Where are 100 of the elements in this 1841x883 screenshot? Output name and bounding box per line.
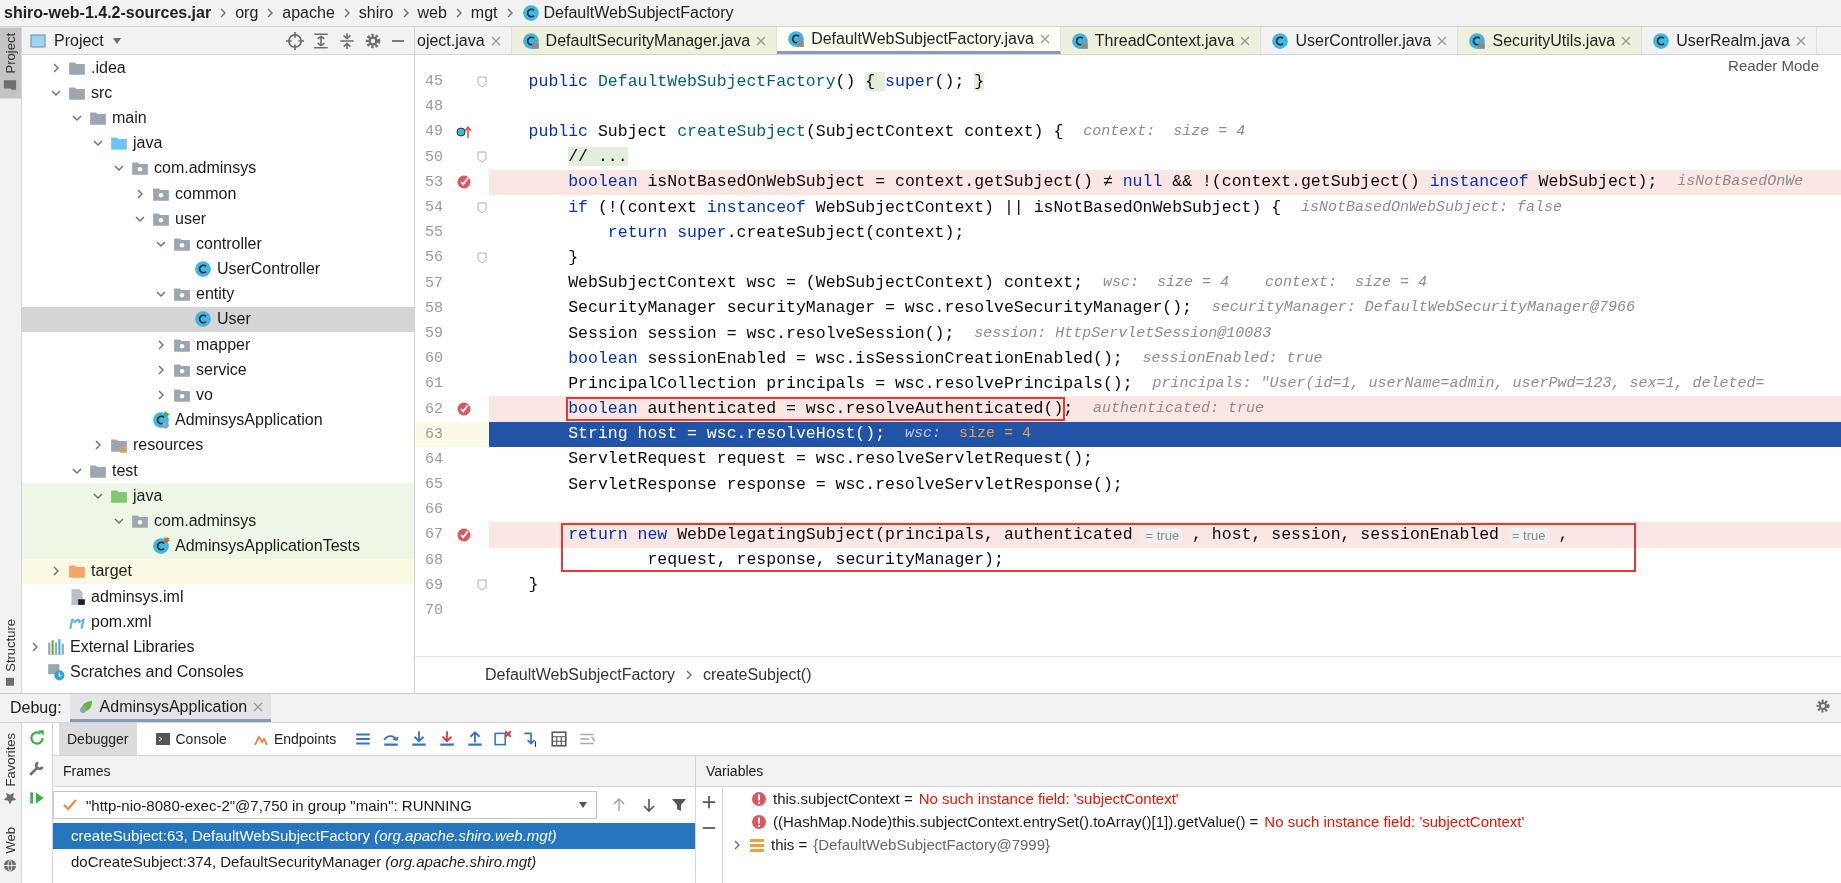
- tree-item[interactable]: java: [133, 486, 163, 505]
- step-into-icon[interactable]: [410, 730, 429, 748]
- wrench-icon[interactable]: [28, 759, 46, 777]
- editor-tab[interactable]: DefaultWebSubjectFactory.java: [777, 27, 1061, 54]
- tree-item[interactable]: mapper: [196, 335, 251, 354]
- editor-tab[interactable]: UserRealm.java: [1642, 27, 1817, 54]
- fold-marker-icon[interactable]: [477, 579, 487, 592]
- close-icon[interactable]: [1039, 34, 1050, 44]
- tool-window-tab[interactable]: Structure: [0, 613, 21, 693]
- tree-item[interactable]: com.adminsys: [154, 159, 257, 178]
- dropdown-caret-icon[interactable]: [111, 36, 122, 45]
- breadcrumb-item[interactable]: org: [235, 4, 259, 22]
- tree-item[interactable]: AdminsysApplication: [175, 411, 323, 430]
- debugger-tab[interactable]: Endpoints: [244, 723, 345, 755]
- editor-tab[interactable]: UserController.java: [1261, 27, 1459, 54]
- tree-item[interactable]: User: [217, 310, 251, 329]
- breadcrumb-item[interactable]: DefaultWebSubjectFactory: [543, 4, 734, 22]
- breadcrumb-item[interactable]: web: [417, 4, 447, 22]
- close-icon[interactable]: [756, 35, 767, 46]
- close-icon[interactable]: [490, 35, 501, 46]
- tree-item[interactable]: .idea: [91, 58, 126, 77]
- session-tab[interactable]: AdminsysApplication: [69, 694, 272, 722]
- tree-item[interactable]: Scratches and Consoles: [70, 663, 244, 682]
- tree-item[interactable]: test: [112, 461, 138, 480]
- tree-item[interactable]: service: [196, 360, 247, 379]
- tree-item[interactable]: pom.xml: [91, 612, 152, 631]
- fold-marker-icon[interactable]: [477, 75, 487, 88]
- code-text: PrincipalCollection principals = wsc.resolvePrincipals();: [568, 373, 1134, 394]
- expand-all-icon[interactable]: [312, 31, 330, 50]
- class-icon: [152, 411, 170, 430]
- tree-item[interactable]: main: [112, 108, 147, 127]
- code-text: // ...: [568, 147, 628, 168]
- editor-tab[interactable]: oject.java: [415, 27, 512, 54]
- error-icon: [751, 813, 767, 830]
- breadcrumb-item[interactable]: mgt: [470, 4, 498, 22]
- add-icon[interactable]: [702, 795, 716, 809]
- tree-item[interactable]: controller: [196, 234, 262, 253]
- code-text: public DefaultWebSubjectFactory() { super(); }: [528, 71, 985, 92]
- locate-icon[interactable]: [286, 31, 304, 50]
- resume-icon[interactable]: [28, 789, 46, 807]
- panel-title[interactable]: Project: [54, 31, 104, 50]
- force-step-into-icon[interactable]: [438, 730, 457, 748]
- arrow-down-icon[interactable]: [641, 797, 657, 813]
- close-icon[interactable]: [1621, 35, 1632, 46]
- code-text: ServletResponse response = wsc.resolveServletResponse();: [568, 474, 1123, 495]
- tree-item[interactable]: com.adminsys: [154, 511, 257, 530]
- fold-marker-icon[interactable]: [477, 201, 487, 214]
- close-icon[interactable]: [1796, 35, 1806, 46]
- filter-icon[interactable]: [671, 797, 687, 813]
- tree-item[interactable]: External Libraries: [70, 637, 195, 656]
- breakpoint-icon[interactable]: [456, 174, 472, 191]
- rerun-icon[interactable]: [28, 729, 46, 747]
- tree-item[interactable]: entity: [196, 285, 235, 304]
- tree-item[interactable]: vo: [196, 386, 213, 405]
- settings-icon[interactable]: [364, 31, 382, 50]
- tree-item[interactable]: target: [91, 562, 132, 581]
- breadcrumb-item[interactable]: shiro: [358, 4, 394, 22]
- class-icon: [1271, 31, 1290, 50]
- breakpoint-icon[interactable]: [456, 401, 472, 418]
- line-number: 57: [424, 274, 443, 292]
- highlighted-code: boolean authenticated = wsc.resolveAuthenticated(): [568, 399, 1064, 420]
- breakpoint-icon[interactable]: [456, 526, 472, 543]
- stack-frame[interactable]: createSubject:63, DefaultWebSubjectFactory (org.apache.shiro.web.mgt): [53, 823, 695, 849]
- inline-value-hint: authenticated: true: [1093, 399, 1265, 420]
- code-text: Session session = wsc.resolveSession();: [568, 323, 956, 344]
- tree-item[interactable]: adminsys.iml: [91, 587, 184, 606]
- tree-item[interactable]: java: [133, 134, 163, 153]
- inline-value-hint: isNotBasedOnWebSubject: false: [1301, 197, 1563, 218]
- debugger-tab[interactable]: Console: [146, 723, 235, 755]
- fold-marker-icon[interactable]: [477, 151, 487, 164]
- tool-window-tab[interactable]: Project: [0, 27, 21, 99]
- breadcrumb-item[interactable]: DefaultWebSubjectFactory: [485, 666, 675, 684]
- tree-item[interactable]: resources: [133, 436, 204, 455]
- tree-item[interactable]: UserController: [217, 260, 321, 279]
- variable-name: ((HashMap.Node)this.subjectContext.entrySet().toArray()[1]).getValue() =: [773, 813, 1259, 830]
- breadcrumb-item[interactable]: apache: [282, 4, 335, 22]
- stack-frame[interactable]: doCreateSubject:374, DefaultSecurityManager (org.apache.shiro.mgt): [53, 849, 695, 875]
- settings-icon[interactable]: [1815, 698, 1831, 714]
- breadcrumb-item[interactable]: shiro-web-1.4.2-sources.jar: [4, 4, 212, 22]
- line-number: 54: [424, 199, 443, 217]
- debugger-tab[interactable]: Debugger: [59, 723, 137, 755]
- close-icon[interactable]: [1437, 35, 1448, 46]
- fold-marker-icon[interactable]: [477, 251, 487, 264]
- editor-tab[interactable]: SecurityUtils.java: [1458, 27, 1643, 54]
- tree-item[interactable]: user: [175, 209, 207, 228]
- drop-frame-icon[interactable]: [494, 730, 513, 748]
- tool-window-tab[interactable]: Favorites: [0, 727, 21, 812]
- collapse-all-icon[interactable]: [338, 31, 356, 50]
- tool-window-tab[interactable]: Web: [0, 821, 21, 879]
- tree-item[interactable]: common: [175, 184, 237, 203]
- close-icon[interactable]: [1240, 35, 1251, 46]
- panel-header: Frames: [53, 756, 695, 787]
- breadcrumb-item[interactable]: createSubject(): [703, 666, 812, 684]
- editor-tab[interactable]: DefaultSecurityManager.java: [511, 27, 778, 54]
- tree-item[interactable]: src: [91, 83, 113, 102]
- editor-tab[interactable]: ThreadContext.java: [1060, 27, 1262, 54]
- override-icon[interactable]: [455, 123, 473, 140]
- step-out-icon[interactable]: [466, 730, 485, 748]
- evaluate-icon[interactable]: [550, 730, 569, 748]
- thread-dropdown[interactable]: "http-nio-8080-exec-2"@7,750 in group "main": RUNNING: [53, 791, 597, 819]
